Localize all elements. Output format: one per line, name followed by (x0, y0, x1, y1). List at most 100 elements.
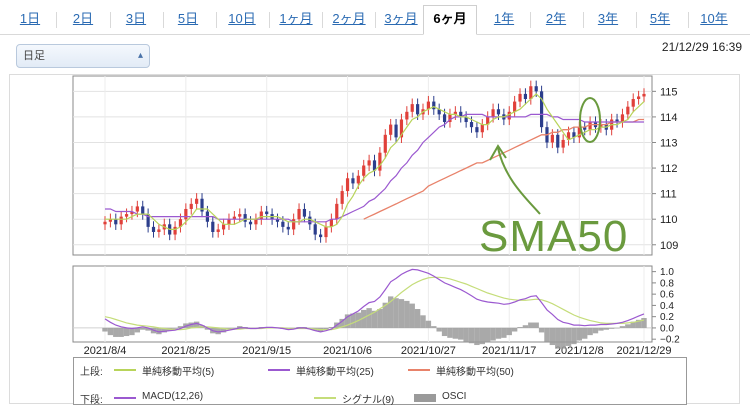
legend-swatch (408, 369, 430, 371)
candle-body (561, 139, 565, 148)
osci-bar (479, 327, 485, 345)
candle-body (383, 134, 387, 153)
candle-body (313, 224, 317, 235)
osci-bar (490, 327, 496, 341)
candle-body (227, 219, 231, 225)
candle-body (124, 214, 129, 217)
osci-bar (619, 326, 626, 328)
osci-bar (102, 327, 108, 332)
candle-body (518, 93, 522, 102)
legend-item-label: 単純移動平均(5) (142, 367, 215, 378)
candle-body (432, 101, 436, 110)
osci-bar (409, 303, 415, 328)
candle-body (184, 208, 188, 220)
candle-body (259, 211, 263, 220)
x-tick-label: 2021/8/4 (84, 345, 127, 357)
candle-body (523, 93, 528, 100)
price-tick-label: 115 (660, 86, 678, 98)
osci-bar (118, 327, 124, 337)
price-tick-label: 113 (660, 137, 678, 149)
legend-lower-label: 下段: (80, 395, 103, 406)
candle-body (308, 216, 312, 225)
chart-legend: 上段: 単純移動平均(5) 単純移動平均(25) 単純移動平均(50) 下段: … (73, 357, 687, 406)
osci-bar (614, 327, 620, 329)
osci-bar (501, 327, 507, 338)
candle-body (173, 226, 177, 235)
macd-tick-label: 0.6 (660, 290, 674, 301)
osci-bar (123, 327, 130, 337)
osci-bar (582, 327, 588, 339)
candle-body (238, 214, 242, 217)
legend-item-label: OSCI (442, 391, 467, 402)
osci-bar (592, 327, 599, 334)
candle-body (254, 219, 258, 225)
chart-canvas: 109 110 111 112 113 114 115 2021/8/4 2021/8/25 20… (72, 75, 680, 357)
macd-tick-label: 1.0 (660, 267, 674, 278)
candle-body (389, 124, 393, 135)
osci-bar (517, 327, 523, 328)
osci-bar (350, 313, 356, 328)
x-tick-label: 2021/8/25 (161, 345, 210, 357)
candle-body (410, 104, 414, 112)
candle-body (324, 226, 328, 238)
osci-bar (544, 327, 550, 342)
candle-body (151, 226, 156, 232)
osci-bar (533, 322, 539, 328)
osci-bar (565, 327, 572, 346)
candle-body (243, 214, 247, 222)
annotation-label: SMA50 (479, 212, 629, 261)
legend-item-label: 単純移動平均(25) (296, 367, 374, 378)
candle-body (114, 219, 118, 225)
osci-bar (113, 327, 119, 337)
candle-body (556, 134, 560, 148)
candle-body (507, 111, 511, 120)
osci-bar (495, 327, 502, 339)
osci-bar (463, 327, 469, 342)
osci-bar (608, 327, 615, 329)
osci-bar (511, 327, 518, 332)
legend-swatch (314, 397, 336, 399)
x-tick-label: 2021/10/27 (401, 345, 456, 357)
osci-bar (452, 327, 459, 339)
candle-body (135, 206, 139, 212)
osci-bar (420, 315, 426, 328)
candle-body (491, 109, 495, 117)
candle-body (513, 101, 517, 112)
osci-bar (506, 327, 512, 336)
legend-swatch (114, 397, 136, 399)
macd-tick-label: 0.8 (660, 278, 674, 289)
osci-bar (447, 327, 453, 338)
osci-bar (560, 327, 566, 349)
osci-bar (393, 298, 399, 328)
osci-bar (458, 327, 464, 340)
x-tick-label: 2021/9/15 (242, 345, 291, 357)
osci-bar (641, 318, 647, 328)
candle-body (356, 175, 360, 184)
price-tick-label: 114 (660, 112, 678, 124)
osci-bar (107, 327, 114, 336)
x-tick-label: 2021/11/17 (482, 345, 536, 357)
x-tick-label: 2021/12/29 (616, 345, 671, 357)
osci-bar (603, 327, 609, 330)
price-tick-label: 112 (660, 163, 678, 175)
osci-bar (172, 327, 178, 329)
osci-bar (576, 327, 583, 341)
legend-lower-row: 下段: MACD(12,26) シグナル(9) OSCI (74, 388, 686, 406)
candle-body (394, 124, 398, 138)
legend-upper-row: 上段: 単純移動平均(5) 単純移動平均(25) 単純移動平均(50) (74, 360, 686, 378)
osci-bar (377, 309, 383, 328)
osci-bar (484, 327, 491, 343)
osci-bar (555, 327, 561, 349)
candle-body (297, 208, 301, 220)
candle-body (157, 229, 161, 232)
osci-bar (587, 327, 593, 336)
candle-body (319, 234, 323, 238)
osci-bar (538, 327, 545, 333)
candle-body (103, 221, 107, 225)
candle-body (281, 221, 285, 227)
macd-tick-label: −0.2 (660, 335, 680, 346)
candle-body (141, 206, 145, 215)
candle-body (534, 86, 538, 92)
legend-item-label: MACD(12,26) (142, 391, 204, 402)
osci-bar (425, 320, 432, 328)
